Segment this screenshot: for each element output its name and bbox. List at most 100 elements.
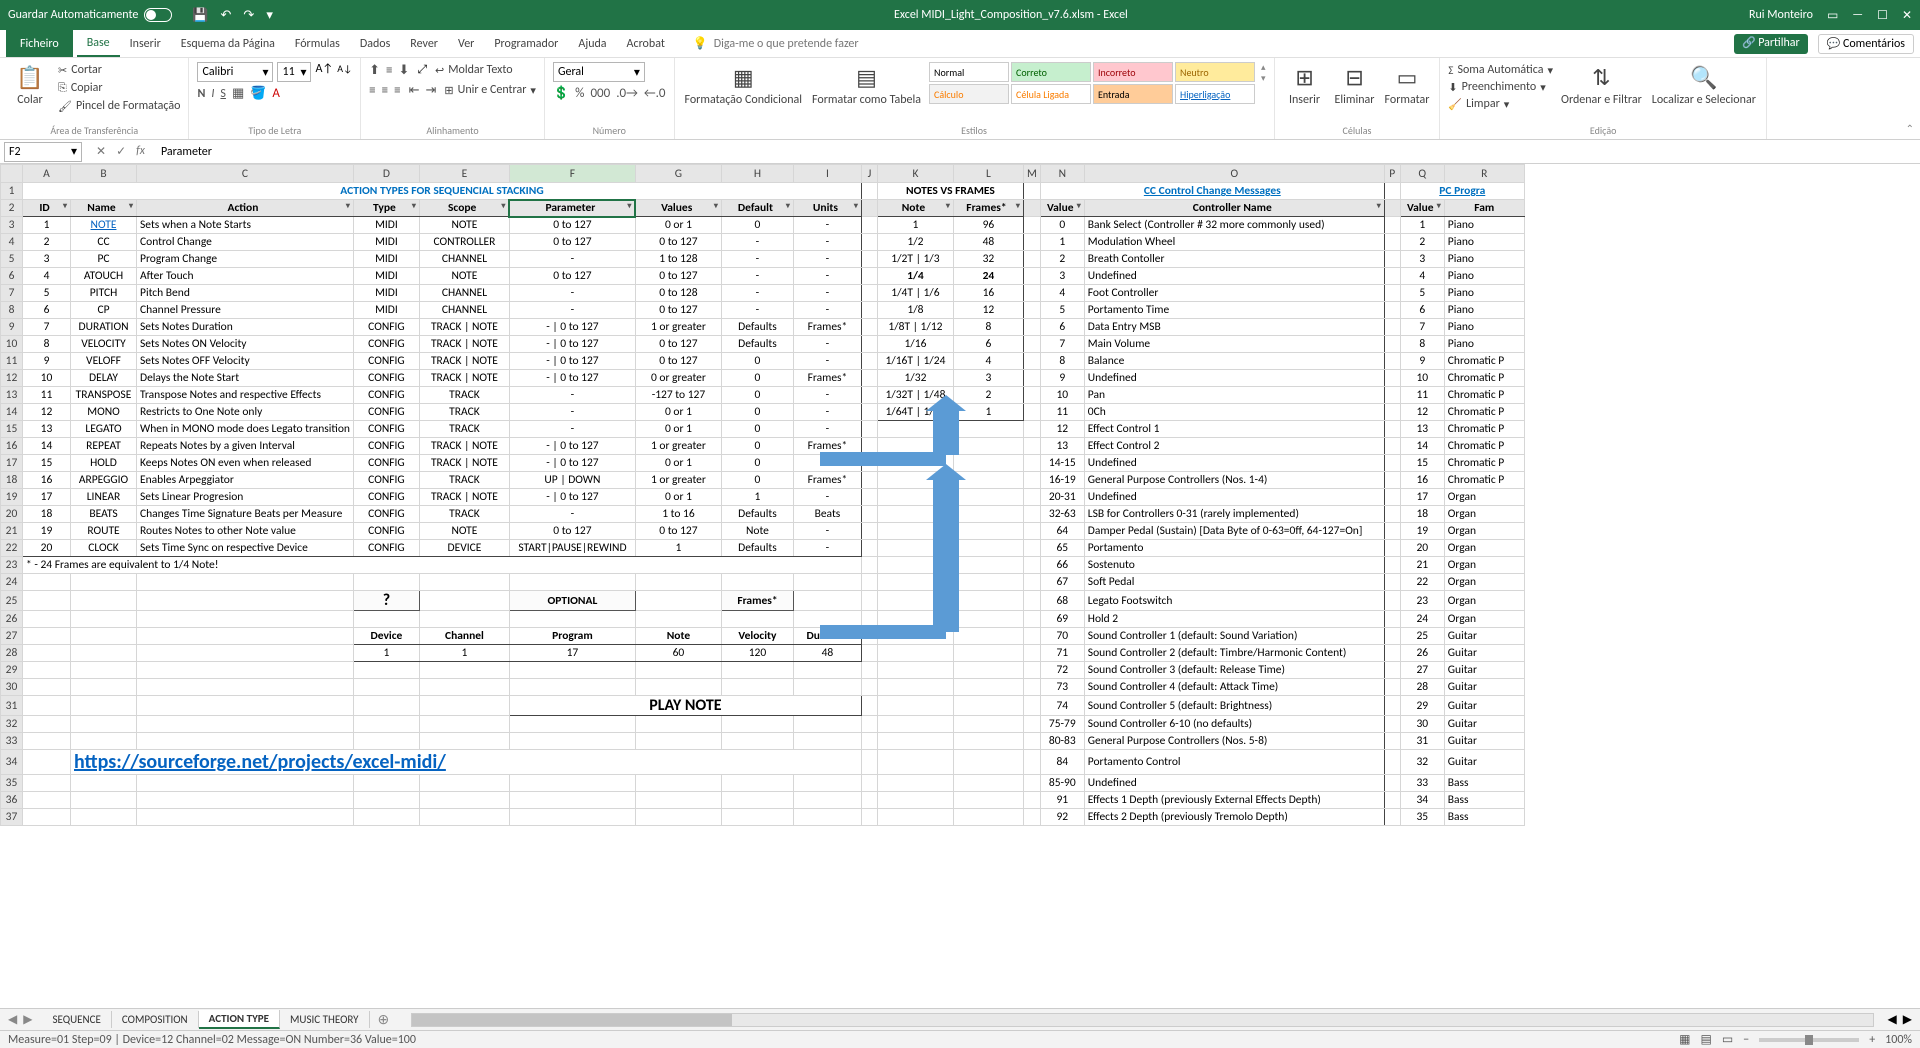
cell[interactable]: 0	[721, 455, 793, 472]
cell[interactable]	[1384, 370, 1400, 387]
cell[interactable]	[1023, 696, 1040, 716]
cell[interactable]	[137, 574, 354, 591]
comma-icon[interactable]: 000	[590, 86, 610, 101]
cell[interactable]: -	[509, 302, 635, 319]
find-select-button[interactable]: 🔍Localizar e Selecionar	[1650, 62, 1758, 109]
cell[interactable]	[23, 645, 71, 662]
cell[interactable]: CONFIG	[353, 421, 419, 438]
cell[interactable]: 0 or 1	[635, 404, 721, 421]
cell[interactable]: ATOUCH	[71, 268, 137, 285]
cell[interactable]	[1384, 792, 1400, 809]
style-calc[interactable]: Cálculo	[929, 84, 1009, 104]
cell[interactable]: MIDI	[353, 268, 419, 285]
cell[interactable]: 0 to 127	[635, 268, 721, 285]
cell[interactable]	[953, 628, 1023, 645]
cell[interactable]	[861, 645, 877, 662]
cell[interactable]	[793, 679, 861, 696]
cell[interactable]	[861, 234, 877, 251]
spreadsheet-grid[interactable]: ABCDEFGHIJKLMNOPQR 1ACTION TYPES FOR SEQ…	[0, 164, 1920, 1008]
cell[interactable]: Control Change	[137, 234, 354, 251]
project-link[interactable]: https://sourceforge.net/projects/excel-m…	[71, 750, 862, 775]
cell[interactable]	[1384, 472, 1400, 489]
cell[interactable]: Changes Time Signature Beats per Measure	[137, 506, 354, 523]
cell[interactable]: 48	[793, 645, 861, 662]
cell[interactable]	[137, 792, 354, 809]
cell[interactable]	[1023, 183, 1040, 200]
cell[interactable]: 0 or greater	[635, 370, 721, 387]
cell[interactable]	[419, 733, 509, 750]
cell[interactable]	[635, 574, 721, 591]
cell[interactable]	[509, 733, 635, 750]
cell[interactable]	[793, 716, 861, 733]
tab-insert[interactable]: Inserir	[120, 30, 171, 57]
cell[interactable]: VELOFF	[71, 353, 137, 370]
cell[interactable]	[353, 809, 419, 826]
tab-review[interactable]: Rever	[400, 30, 448, 57]
cell[interactable]	[1023, 611, 1040, 628]
cell[interactable]	[793, 733, 861, 750]
cell[interactable]: 2	[23, 234, 71, 251]
styles-expand-icon[interactable]: ▴▾	[1261, 62, 1266, 84]
cell[interactable]	[953, 574, 1023, 591]
view-page-icon[interactable]: ▤	[1701, 1032, 1712, 1047]
cell[interactable]: MIDI	[353, 285, 419, 302]
scrollbar-thumb[interactable]	[412, 1014, 732, 1026]
cell[interactable]	[877, 696, 953, 716]
cell[interactable]	[1384, 438, 1400, 455]
cell[interactable]	[877, 792, 953, 809]
cell[interactable]: Sets Linear Progresion	[137, 489, 354, 506]
fx-icon[interactable]: fx	[136, 144, 145, 159]
cell[interactable]	[1023, 809, 1040, 826]
cell[interactable]: 1	[635, 540, 721, 557]
zoom-slider[interactable]	[1759, 1038, 1859, 1042]
cell[interactable]: 0	[721, 370, 793, 387]
cell[interactable]	[793, 574, 861, 591]
cell[interactable]	[953, 716, 1023, 733]
cell[interactable]	[1384, 183, 1400, 200]
horizontal-scrollbar[interactable]	[411, 1013, 1873, 1027]
cell[interactable]: -	[793, 387, 861, 404]
cell[interactable]	[1023, 455, 1040, 472]
cell[interactable]: -	[793, 285, 861, 302]
row-header[interactable]: 14	[1, 404, 23, 421]
style-good[interactable]: Correto	[1011, 62, 1091, 82]
increase-indent-icon[interactable]: ⇥	[426, 83, 437, 98]
undo-icon[interactable]: ↶	[221, 8, 232, 23]
row-header[interactable]: 32	[1, 716, 23, 733]
cell[interactable]	[353, 679, 419, 696]
tab-acrobat[interactable]: Acrobat	[617, 30, 675, 57]
cell[interactable]: Repeats Notes by a given Interval	[137, 438, 354, 455]
cell[interactable]: TRACK	[419, 404, 509, 421]
cell[interactable]	[1023, 268, 1040, 285]
cell[interactable]	[1023, 302, 1040, 319]
align-right-icon[interactable]: ≡	[394, 83, 400, 98]
cell[interactable]	[861, 472, 877, 489]
cell[interactable]	[953, 775, 1023, 792]
cell[interactable]	[861, 302, 877, 319]
row-header[interactable]: 26	[1, 611, 23, 628]
cell[interactable]: Sets Time Sync on respective Device	[137, 540, 354, 557]
cell[interactable]	[721, 809, 793, 826]
cell[interactable]: TRACK | NOTE	[419, 353, 509, 370]
cell[interactable]: TRACK	[419, 421, 509, 438]
cell[interactable]	[793, 809, 861, 826]
cell[interactable]	[861, 696, 877, 716]
cell[interactable]: CC	[71, 234, 137, 251]
cell[interactable]: 1	[23, 217, 71, 234]
cell[interactable]: 8	[23, 336, 71, 353]
row-header[interactable]: 37	[1, 809, 23, 826]
cell[interactable]: TRACK | NOTE	[419, 438, 509, 455]
cell[interactable]	[877, 662, 953, 679]
cell[interactable]	[71, 679, 137, 696]
cell[interactable]	[877, 750, 953, 775]
cell[interactable]	[1023, 540, 1040, 557]
cell[interactable]: CONFIG	[353, 506, 419, 523]
cell[interactable]	[721, 574, 793, 591]
cell[interactable]	[71, 696, 137, 716]
cell[interactable]: 0 to 127	[509, 234, 635, 251]
cell[interactable]: CONFIG	[353, 472, 419, 489]
cell[interactable]: -	[721, 234, 793, 251]
cell[interactable]	[23, 775, 71, 792]
cell[interactable]	[1384, 319, 1400, 336]
cell[interactable]: CONFIG	[353, 387, 419, 404]
